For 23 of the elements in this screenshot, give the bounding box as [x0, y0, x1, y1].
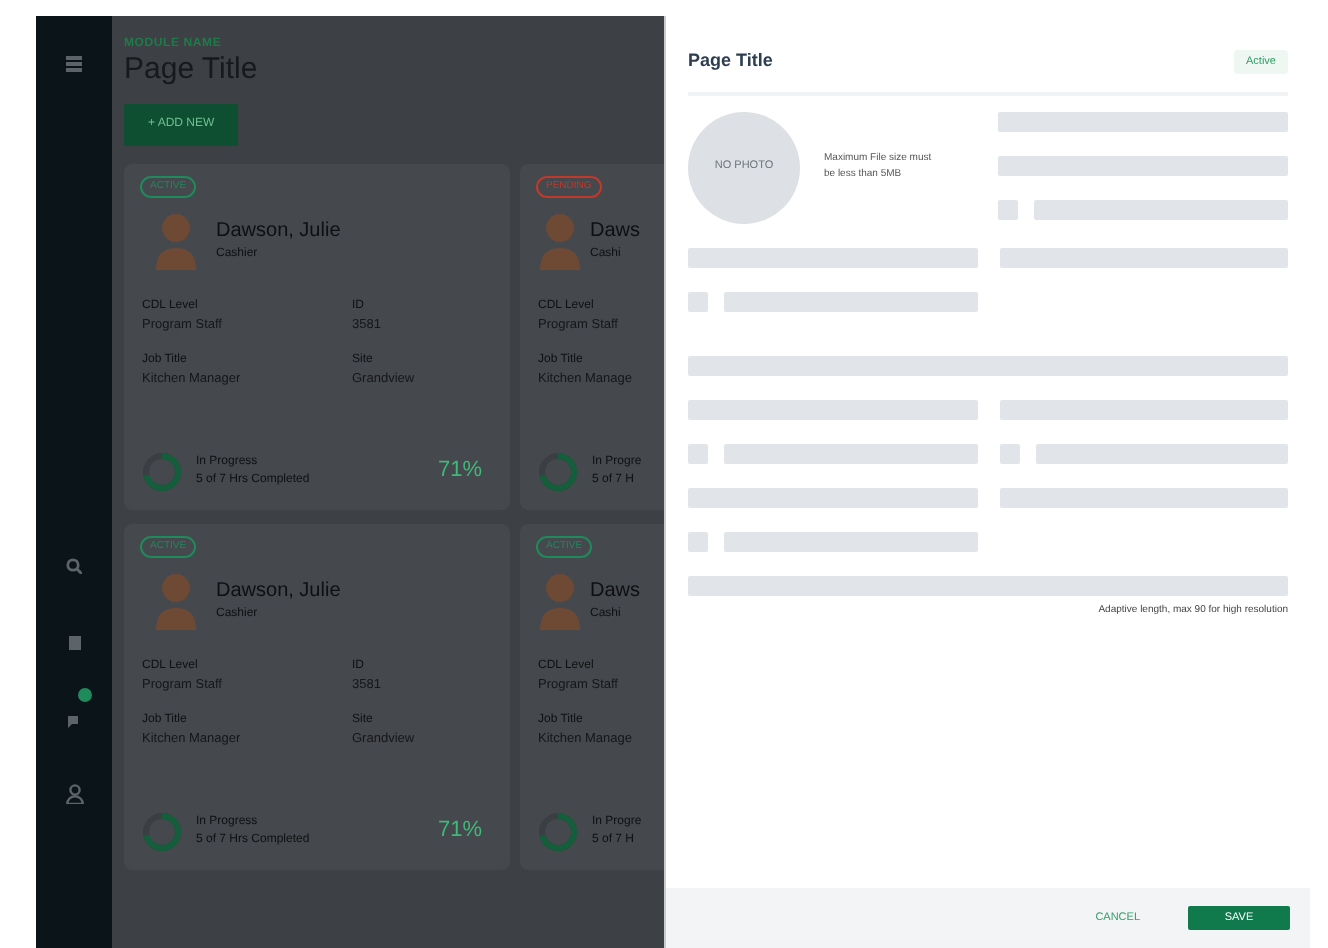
- progress-ring: [536, 449, 580, 493]
- placeholder-square: [688, 443, 708, 463]
- avatar-silhouette: [540, 210, 580, 270]
- progress-percent: 71%: [437, 816, 482, 847]
- placeholder-square: [999, 443, 1019, 463]
- progress-ring: [140, 809, 184, 853]
- placeholder-square: [688, 291, 708, 311]
- avatar-silhouette: [156, 570, 196, 630]
- employee-name: Dawson, Julie: [216, 218, 341, 246]
- search-icon[interactable]: [66, 557, 82, 574]
- person-icon[interactable]: [65, 783, 83, 804]
- avatar-silhouette: [156, 210, 196, 270]
- placeholder-square: [998, 199, 1018, 219]
- employee-name: Daws: [590, 218, 641, 246]
- progress-percent: 71%: [437, 456, 482, 487]
- progress-ring: [536, 809, 580, 853]
- employee-name: Daws: [590, 578, 641, 606]
- progress-ring: [140, 449, 184, 493]
- placeholder-square: [688, 531, 708, 551]
- panel-title: Page Title: [688, 48, 773, 74]
- avatar-silhouette: [540, 570, 580, 630]
- menu-icon[interactable]: [66, 56, 82, 72]
- employee-name: Dawson, Julie: [216, 578, 341, 606]
